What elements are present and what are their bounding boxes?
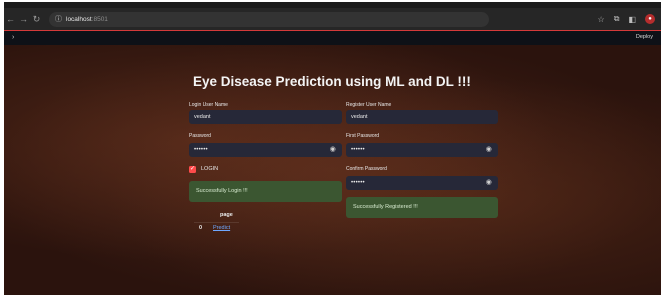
forward-icon[interactable]: → bbox=[17, 8, 30, 30]
login-password-input[interactable]: •••••• ◉ bbox=[189, 143, 342, 157]
app-header: › Deploy bbox=[4, 30, 661, 45]
url-port: :8501 bbox=[91, 15, 108, 23]
address-bar[interactable]: ⓘ localhost :8501 bbox=[49, 11, 489, 27]
predict-link[interactable]: Predict bbox=[213, 225, 230, 231]
profile-avatar[interactable]: ● bbox=[645, 14, 655, 24]
confirm-password-label: Confirm Password bbox=[346, 166, 387, 172]
register-username-label: Register User Name bbox=[346, 102, 392, 108]
register-username-input[interactable]: vedant bbox=[346, 110, 498, 124]
show-first-password-eye-icon[interactable]: ◉ bbox=[486, 143, 492, 157]
first-password-input[interactable]: •••••• ◉ bbox=[346, 143, 498, 157]
extensions-icon[interactable]: ⧉ bbox=[614, 14, 620, 24]
show-password-eye-icon[interactable]: ◉ bbox=[330, 143, 336, 157]
sidebar-expand-chevron-icon[interactable]: › bbox=[12, 31, 14, 44]
first-password-label: First Password bbox=[346, 133, 380, 139]
back-icon[interactable]: ← bbox=[4, 8, 17, 30]
login-password-value: •••••• bbox=[194, 147, 208, 153]
table-divider bbox=[194, 222, 239, 223]
login-checkbox[interactable]: ✓ bbox=[189, 166, 196, 173]
url-host: localhost bbox=[66, 15, 92, 23]
side-panel-icon[interactable]: ◧ bbox=[628, 15, 636, 24]
register-success-alert: Successfully Registered !!! bbox=[346, 197, 498, 218]
table-row-index: 0 bbox=[199, 225, 203, 231]
reload-icon[interactable]: ↻ bbox=[30, 8, 43, 30]
login-username-label: Login User Name bbox=[189, 102, 228, 108]
bookmark-star-icon[interactable]: ☆ bbox=[598, 15, 605, 24]
browser-toolbar: ← → ↻ ⓘ localhost :8501 ☆ ⧉ ◧ ● bbox=[4, 8, 661, 30]
login-password-label: Password bbox=[189, 133, 211, 139]
confirm-password-input[interactable]: •••••• ◉ bbox=[346, 176, 498, 190]
show-confirm-password-eye-icon[interactable]: ◉ bbox=[486, 176, 492, 190]
browser-window: ← → ↻ ⓘ localhost :8501 ☆ ⧉ ◧ ● › Deploy… bbox=[4, 2, 661, 295]
first-password-value: •••••• bbox=[351, 147, 365, 153]
deploy-button[interactable]: Deploy bbox=[636, 31, 653, 44]
login-username-input[interactable]: vedant bbox=[189, 110, 342, 124]
confirm-password-value: •••••• bbox=[351, 180, 365, 186]
login-checkbox-label: LOGIN bbox=[201, 166, 219, 172]
table-header-page: page bbox=[220, 212, 233, 218]
page-title: Eye Disease Prediction using ML and DL !… bbox=[193, 74, 471, 89]
login-success-alert: Successfully Login !!! bbox=[189, 181, 342, 202]
site-info-icon[interactable]: ⓘ bbox=[55, 14, 62, 24]
